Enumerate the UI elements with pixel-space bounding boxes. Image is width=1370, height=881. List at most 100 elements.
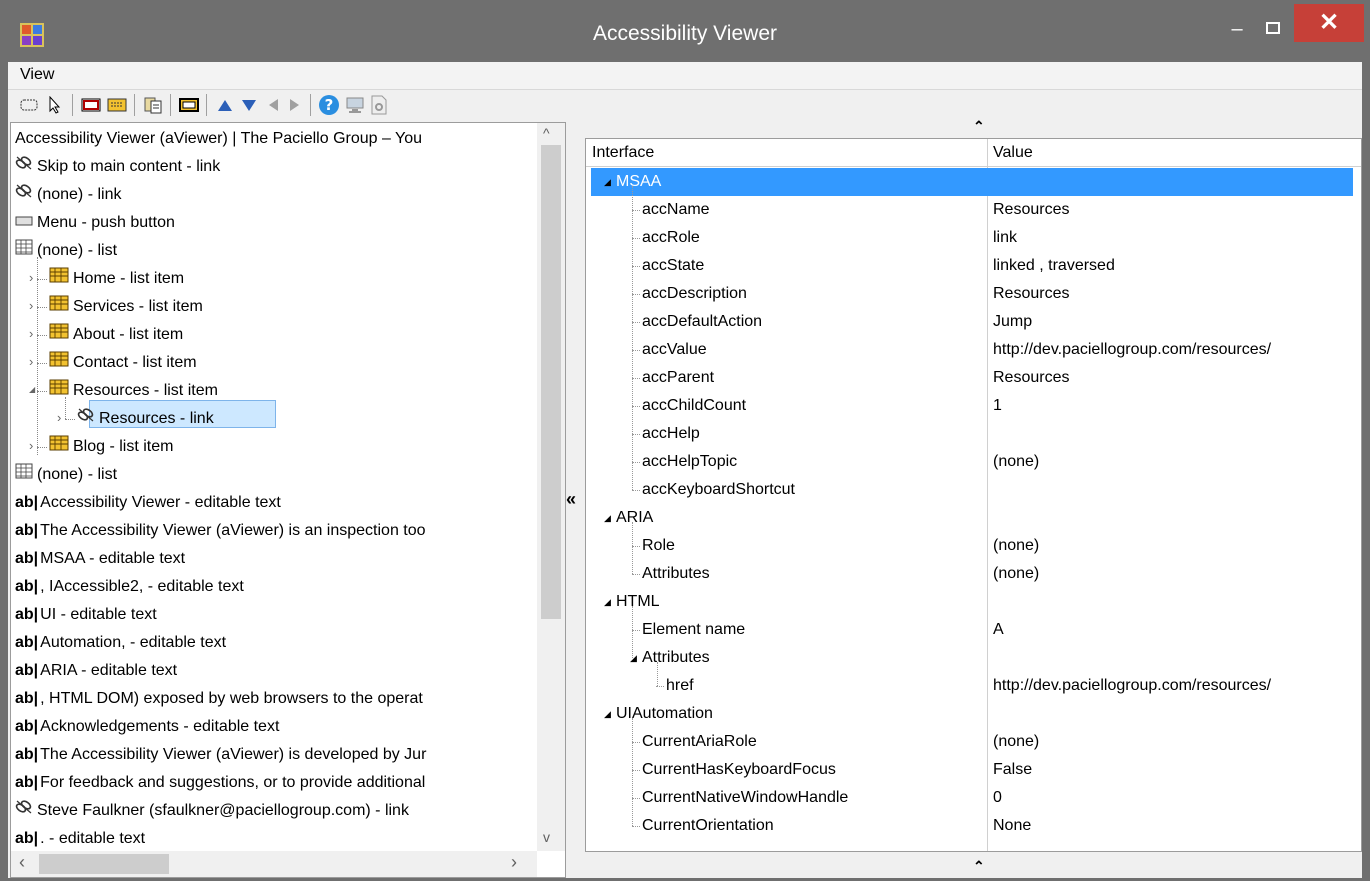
scroll-down-icon[interactable]: v (543, 829, 550, 845)
scrollbar-thumb[interactable] (541, 145, 561, 619)
property-group[interactable]: ◢ UIAutomation (586, 700, 1361, 728)
tree-item[interactable]: Home - list item (49, 265, 184, 293)
close-button[interactable]: ✕ (1294, 4, 1364, 42)
property-row[interactable]: Role (none) (586, 532, 1361, 560)
property-row[interactable]: accParent Resources (586, 364, 1361, 392)
properties-panel[interactable]: Interface Value ◢ MSAA accName Resources acc… (585, 138, 1362, 852)
select-region-icon[interactable] (18, 94, 40, 116)
tree-item[interactable]: (none) - link (15, 181, 121, 209)
collapse-icon[interactable]: ◢ (29, 385, 35, 394)
tree-item[interactable]: About - list item (49, 321, 183, 349)
tree-item[interactable]: ab| Automation, - editable text (15, 629, 226, 657)
property-row[interactable]: CurrentAriaRole (none) (586, 728, 1361, 756)
collapse-left-button[interactable]: « (566, 489, 576, 510)
tree-item[interactable]: ab| MSAA - editable text (15, 545, 185, 573)
monitor-icon[interactable] (344, 94, 366, 116)
property-group[interactable]: ◢ HTML (586, 588, 1361, 616)
expand-icon[interactable]: › (29, 298, 33, 313)
collapse-icon[interactable]: ◢ (604, 700, 611, 728)
property-name: accHelp (642, 425, 700, 442)
tree-item[interactable]: Accessibility Viewer (aViewer) | The Pac… (15, 125, 422, 153)
collapse-top-button[interactable]: ⌃ (973, 118, 985, 135)
column-header-value[interactable]: Value (993, 144, 1033, 162)
maximize-button[interactable] (1258, 18, 1288, 42)
property-row[interactable]: accHelp (586, 420, 1361, 448)
expand-icon[interactable]: › (29, 438, 33, 453)
column-header-interface[interactable]: Interface (592, 144, 654, 162)
tree-item[interactable]: Contact - list item (49, 349, 197, 377)
settings-page-icon[interactable] (368, 94, 390, 116)
expand-icon[interactable]: › (29, 354, 33, 369)
tree-item[interactable]: ab|, HTML DOM) exposed by web browsers t… (15, 685, 423, 713)
property-row[interactable]: accDefaultAction Jump (586, 308, 1361, 336)
tree-item[interactable]: ab| ARIA - editable text (15, 657, 177, 685)
property-row[interactable]: accDescription Resources (586, 280, 1361, 308)
focus-rectangle-icon[interactable] (178, 94, 200, 116)
scroll-right-icon[interactable]: › (511, 852, 517, 873)
tree-item[interactable]: ab|, IAccessible2, - editable text (15, 573, 244, 601)
property-row[interactable]: Attributes (none) (586, 560, 1361, 588)
tree-item[interactable]: ab| For feedback and suggestions, or to p… (15, 769, 425, 797)
property-row[interactable]: accHelpTopic (none) (586, 448, 1361, 476)
arrow-right-icon[interactable] (284, 94, 306, 116)
highlight-yellow-icon[interactable] (106, 94, 128, 116)
property-group[interactable]: ◢ MSAA (586, 168, 1361, 196)
pointer-icon[interactable] (44, 94, 66, 116)
vertical-scrollbar[interactable]: ^ v (537, 123, 565, 851)
property-row[interactable]: CurrentNativeWindowHandle 0 (586, 784, 1361, 812)
tree-item[interactable]: ab| UI - editable text (15, 601, 157, 629)
property-row[interactable]: CurrentOrientation None (586, 812, 1361, 840)
property-group[interactable]: ◢ ARIA (586, 504, 1361, 532)
property-row[interactable]: Element name A (586, 616, 1361, 644)
tree-item[interactable]: ab| Acknowledgements - editable text (15, 713, 279, 741)
copy-icon[interactable] (142, 94, 164, 116)
tree-item[interactable]: Resources - list item (49, 377, 218, 405)
arrow-down-icon[interactable] (238, 94, 260, 116)
scroll-left-icon[interactable]: ‹ (19, 852, 25, 873)
property-group[interactable]: ◢ Attributes (586, 644, 1361, 672)
collapse-icon[interactable]: ◢ (604, 504, 611, 532)
tree-item[interactable]: Steve Faulkner (sfaulkner@paciellogroup.… (15, 797, 409, 825)
property-row[interactable]: accName Resources (586, 196, 1361, 224)
tree-item[interactable]: Skip to main content - link (15, 153, 220, 181)
menu-view[interactable]: View (20, 66, 54, 84)
tree-item-label: For feedback and suggestions, or to prov… (40, 774, 426, 791)
collapse-icon[interactable]: ◢ (604, 168, 611, 196)
property-row[interactable]: accState linked , traversed (586, 252, 1361, 280)
tree-connector (632, 350, 640, 351)
tree-item[interactable]: (none) - list (15, 237, 117, 265)
expand-icon[interactable]: › (29, 270, 33, 285)
tree-item[interactable]: ab|. - editable text (15, 825, 145, 853)
tree-item-label: Skip to main content - link (37, 158, 221, 175)
tree-item[interactable]: ab| The Accessibility Viewer (aViewer) is… (15, 517, 426, 545)
tree-item[interactable]: (none) - list (15, 461, 117, 489)
title-bar[interactable]: Accessibility Viewer – ✕ (0, 0, 1370, 62)
tree-item[interactable]: Menu - push button (15, 209, 175, 237)
help-icon[interactable]: ? (318, 94, 340, 116)
property-row[interactable]: CurrentHasKeyboardFocus False (586, 756, 1361, 784)
arrow-left-icon[interactable] (262, 94, 284, 116)
tree-item[interactable]: Blog - list item (49, 433, 173, 461)
property-row[interactable]: accValue http://dev.paciellogroup.com/res… (586, 336, 1361, 364)
property-value: A (993, 621, 1004, 638)
expand-icon[interactable]: › (57, 410, 61, 425)
property-row[interactable]: accRole link (586, 224, 1361, 252)
minimize-button[interactable]: – (1222, 18, 1252, 42)
arrow-up-icon[interactable] (214, 94, 236, 116)
tree-connector (632, 826, 640, 827)
scrollbar-thumb[interactable] (39, 854, 169, 874)
collapse-icon[interactable]: ◢ (604, 588, 611, 616)
scroll-up-icon[interactable]: ^ (543, 125, 550, 141)
tree-item[interactable]: ab| The Accessibility Viewer (aViewer) is… (15, 741, 426, 769)
property-row[interactable]: accKeyboardShortcut (586, 476, 1361, 504)
property-row[interactable]: href http://dev.paciellogroup.com/resourc… (586, 672, 1361, 700)
tree-item-selected[interactable]: Resources - link (77, 405, 214, 433)
expand-icon[interactable]: › (29, 326, 33, 341)
tree-item[interactable]: ab| Accessibility Viewer - editable text (15, 489, 281, 517)
highlight-red-icon[interactable] (80, 94, 102, 116)
tree-item[interactable]: Services - list item (49, 293, 203, 321)
element-tree[interactable]: Accessibility Viewer (aViewer) | The Pac… (10, 122, 566, 878)
property-row[interactable]: accChildCount 1 (586, 392, 1361, 420)
collapse-bottom-button[interactable]: ⌃ (973, 858, 985, 875)
horizontal-scrollbar[interactable]: ‹ › (11, 851, 537, 877)
